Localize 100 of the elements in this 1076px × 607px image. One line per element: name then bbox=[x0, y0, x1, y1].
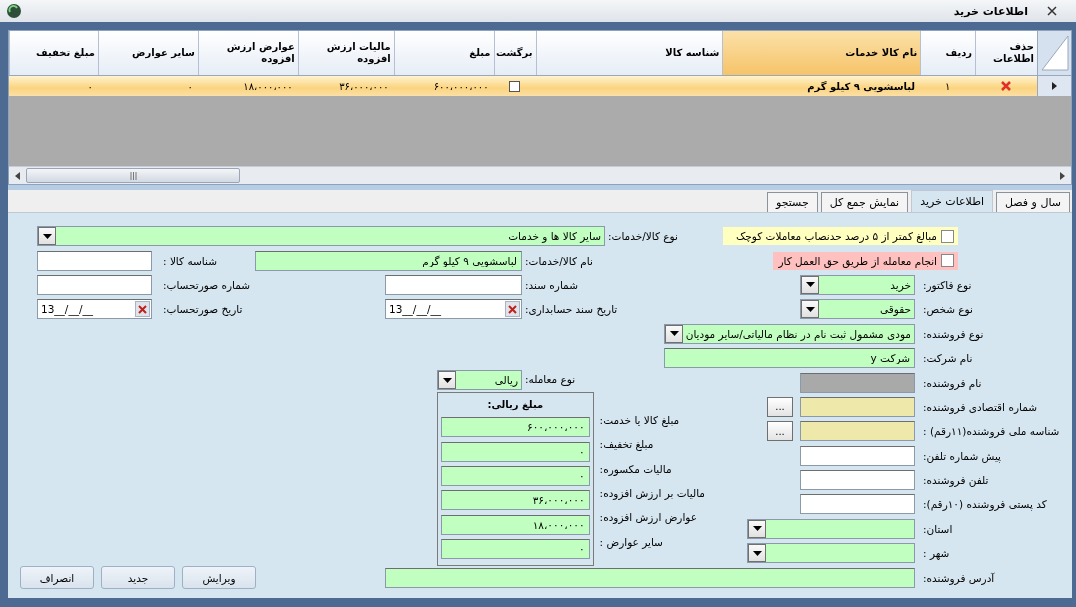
dropdown-field[interactable]: ریالی bbox=[437, 370, 522, 391]
text-field[interactable] bbox=[37, 250, 152, 271]
text-field[interactable] bbox=[37, 274, 152, 295]
field-label: شماره اقتصادی فروشنده: bbox=[922, 400, 1039, 413]
scrollbar-thumb[interactable] bbox=[26, 168, 240, 183]
table-cell: ۳۶،۰۰۰،۰۰۰ bbox=[339, 80, 389, 92]
left-arrow-icon bbox=[15, 171, 20, 180]
field-label: نوع فروشنده: bbox=[922, 327, 985, 340]
row-pointer-icon bbox=[1052, 82, 1057, 90]
app-icon bbox=[6, 3, 22, 19]
field-label: مالیات بر ارزش افزوده: bbox=[599, 486, 705, 502]
text-field[interactable] bbox=[800, 494, 915, 515]
amount-field[interactable]: ۳۶،۰۰۰،۰۰۰ bbox=[441, 490, 590, 511]
text-field[interactable]: شرکت y bbox=[664, 348, 915, 369]
field-label: نوع معامله: bbox=[524, 373, 577, 386]
checkbox[interactable] bbox=[509, 80, 521, 92]
date-field[interactable]: 13__/__/__ bbox=[385, 299, 522, 320]
table-cell: ۱۸،۰۰۰،۰۰۰ bbox=[243, 80, 293, 92]
tab[interactable]: سال و فصل bbox=[996, 192, 1070, 212]
table-cell: ۱ bbox=[944, 80, 951, 92]
column-header[interactable]: عوارض ارزش افزوده bbox=[197, 31, 298, 75]
action-button[interactable]: ویرایش bbox=[182, 566, 256, 590]
field-label: شناسه ملی فروشنده(۱۱رقم) : bbox=[922, 425, 1061, 438]
dropdown-button[interactable] bbox=[748, 544, 766, 563]
dropdown-field[interactable] bbox=[747, 543, 915, 564]
field-label: تاریخ سند حسابداری: bbox=[524, 303, 619, 316]
x-icon bbox=[508, 304, 517, 314]
caret-icon bbox=[752, 526, 762, 532]
column-header[interactable]: شناسه کالا bbox=[535, 31, 723, 75]
column-header[interactable]: مالیات ارزش افزوده bbox=[297, 31, 394, 75]
browse-button[interactable]: ... bbox=[767, 421, 793, 442]
amount-field[interactable]: ۶۰۰،۰۰۰،۰۰۰ bbox=[441, 417, 590, 438]
group-title: مبلغ ریالی: bbox=[487, 397, 544, 413]
field-label: شناسه کالا : bbox=[162, 254, 218, 267]
text-field[interactable] bbox=[800, 396, 915, 417]
checkbox-label: مبالغ کمتر از ۵ درصد حدنصاب معاملات کوچک bbox=[735, 230, 937, 243]
checkbox[interactable] bbox=[941, 254, 954, 268]
text-field[interactable]: لباسشویی ۹ کیلو گرم bbox=[255, 250, 522, 271]
field-label: شهر : bbox=[922, 547, 951, 560]
dropdown-button[interactable] bbox=[748, 519, 766, 538]
dropdown-field[interactable] bbox=[747, 518, 915, 539]
field-label: شماره صورتحساب: bbox=[162, 278, 252, 291]
field-label: کد پستی فروشنده (۱۰رقم): bbox=[922, 498, 1048, 511]
tab[interactable]: نمایش جمع کل bbox=[820, 192, 909, 212]
checkbox[interactable] bbox=[941, 229, 954, 243]
dropdown-button[interactable] bbox=[38, 227, 56, 246]
amount-field[interactable]: ۰ bbox=[441, 441, 590, 462]
clear-button[interactable] bbox=[505, 301, 520, 318]
clear-button[interactable] bbox=[135, 301, 150, 318]
dropdown-field[interactable]: مودی مشمول ثبت نام در نظام مالیاتی/سایر مودیان bbox=[664, 323, 915, 344]
column-header[interactable]: مبلغ تخفیف bbox=[9, 31, 98, 75]
dropdown-field[interactable]: سایر کالا ها و خدمات bbox=[37, 226, 605, 247]
delete-button[interactable] bbox=[1000, 80, 1013, 92]
right-arrow-icon bbox=[1060, 171, 1065, 180]
amount-field[interactable]: ۰ bbox=[441, 465, 590, 486]
field-label: سایر عوارض : bbox=[599, 535, 664, 551]
caret-icon bbox=[805, 282, 815, 288]
text-field[interactable] bbox=[385, 567, 915, 588]
field-label: تلفن فروشنده: bbox=[922, 474, 990, 487]
amount-field[interactable]: ۰ bbox=[441, 539, 590, 560]
x-icon bbox=[138, 304, 147, 314]
date-field[interactable]: 13__/__/__ bbox=[37, 299, 152, 320]
field-label: نوع فاکتور: bbox=[922, 278, 973, 291]
text-field[interactable] bbox=[800, 372, 915, 393]
text-field[interactable] bbox=[800, 470, 915, 491]
dropdown-button[interactable] bbox=[801, 300, 819, 319]
tab[interactable]: اطلاعات خرید bbox=[911, 190, 993, 212]
field-label: آدرس فروشنده: bbox=[922, 571, 996, 584]
dropdown-field[interactable]: حقوقی bbox=[800, 299, 915, 320]
tab[interactable]: جستجو bbox=[767, 192, 818, 212]
table-cell: لباسشویی ۹ کیلو گرم bbox=[807, 80, 916, 92]
text-field[interactable] bbox=[800, 421, 915, 442]
action-button[interactable]: جدید bbox=[101, 566, 175, 590]
table-row[interactable]: ۱ لباسشویی ۹ کیلو گرم ۶۰۰،۰۰۰،۰۰۰ ۳۶،۰۰۰،۰۰۰ ۱۸،۰۰۰،۰۰۰ ۰ ۰ bbox=[9, 76, 1071, 96]
triangle-icon bbox=[1039, 34, 1070, 72]
column-header[interactable]: سایر عوارض bbox=[97, 31, 198, 75]
amount-field[interactable]: ۱۸،۰۰۰،۰۰۰ bbox=[441, 514, 590, 535]
field-label: مالیات مکسوره: bbox=[599, 462, 673, 478]
field-label: نوع شخص: bbox=[922, 303, 974, 316]
grip-icon bbox=[129, 171, 137, 180]
column-header[interactable]: مبلغ bbox=[393, 31, 494, 75]
dropdown-button[interactable] bbox=[438, 371, 456, 390]
column-header[interactable]: نام کالا خدمات bbox=[722, 31, 921, 75]
caret-icon bbox=[669, 331, 679, 337]
field-label: پیش شماره تلفن: bbox=[922, 449, 1003, 462]
dropdown-field[interactable]: خرید bbox=[800, 274, 915, 295]
dropdown-button[interactable] bbox=[801, 275, 819, 294]
delete-icon bbox=[1000, 80, 1013, 92]
horizontal-scrollbar[interactable] bbox=[9, 166, 1071, 184]
caret-icon bbox=[805, 306, 815, 312]
text-field[interactable] bbox=[800, 445, 915, 466]
text-field[interactable] bbox=[385, 274, 522, 295]
dropdown-button[interactable] bbox=[665, 324, 683, 343]
checkbox-label: انجام معامله از طریق حق العمل کار bbox=[778, 254, 937, 267]
browse-button[interactable]: ... bbox=[767, 396, 793, 417]
field-label: مبلغ کالا یا خدمت: bbox=[599, 413, 681, 429]
action-button[interactable]: انصراف bbox=[20, 566, 94, 590]
caret-icon bbox=[752, 550, 762, 556]
column-header[interactable]: حذف اطلاعات bbox=[975, 31, 1038, 75]
column-header[interactable]: برگشت bbox=[493, 31, 536, 75]
